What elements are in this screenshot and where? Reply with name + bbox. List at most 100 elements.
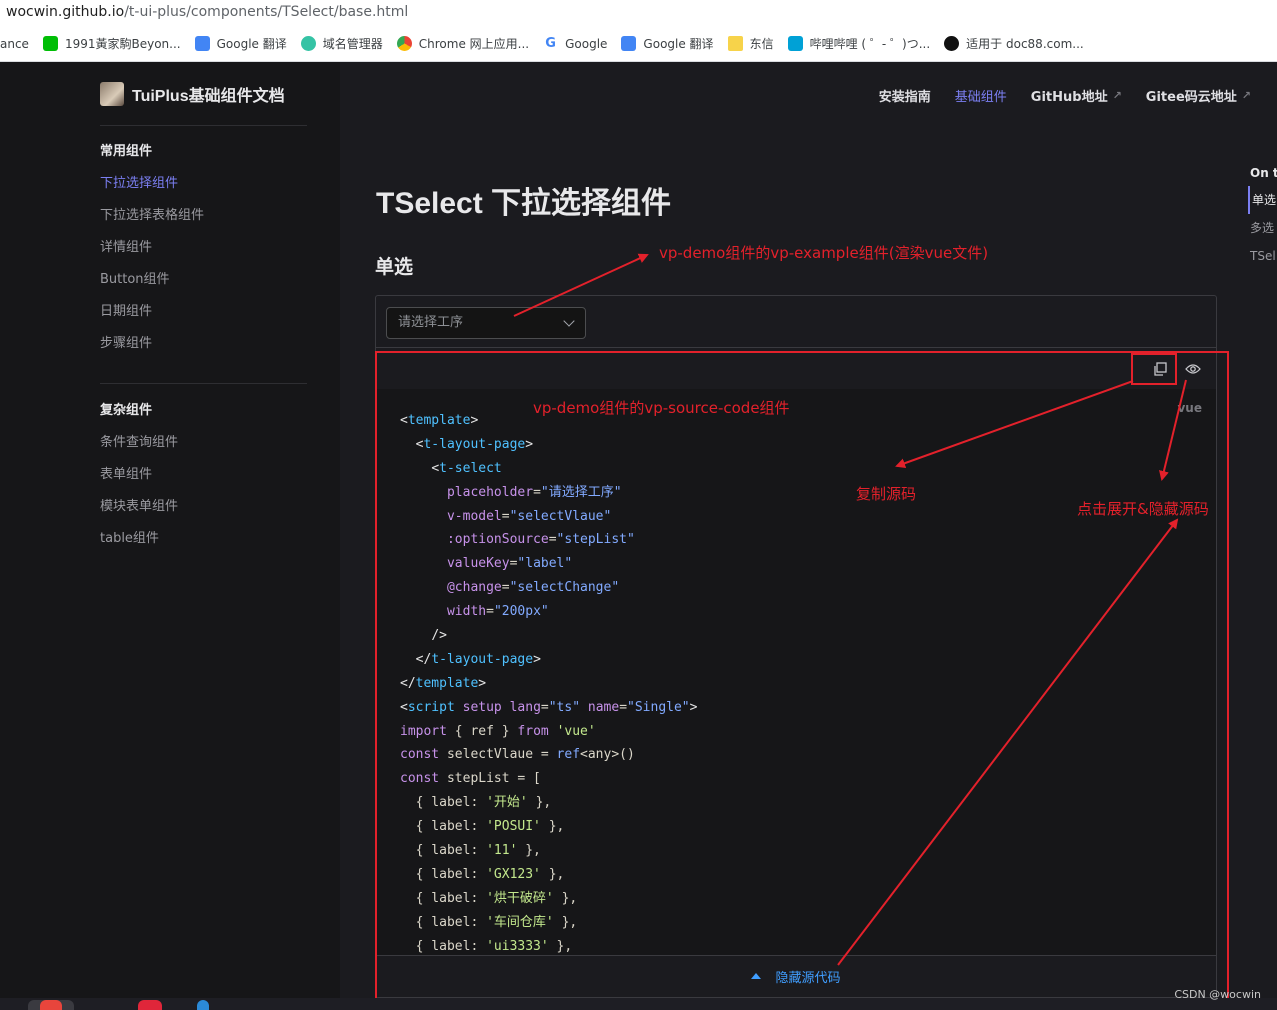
code-token: lang: [509, 699, 541, 715]
code-token: =: [619, 699, 628, 715]
select-placeholder: 请选择工序: [398, 315, 464, 330]
process-select[interactable]: 请选择工序: [386, 307, 586, 339]
sidebar-item-steps[interactable]: 步骤组件: [100, 328, 204, 360]
sidebar-item-button[interactable]: Button组件: [100, 264, 204, 296]
nav-label: 基础组件: [954, 90, 1007, 105]
outline-item[interactable]: 单选: [1248, 186, 1277, 214]
nav-install[interactable]: 安装指南: [879, 86, 931, 105]
code-token: },: [517, 843, 541, 859]
nav-github[interactable]: GitHub地址 ↗: [1031, 86, 1122, 105]
code-line: placeholder="请选择工序": [400, 481, 697, 505]
sidebar-item-form[interactable]: 表单组件: [100, 459, 178, 491]
outline-item[interactable]: TSel: [1248, 242, 1277, 270]
code-token: { label:: [400, 914, 487, 930]
code-token: },: [548, 938, 573, 954]
code-token: >: [689, 699, 698, 715]
avatar: [100, 82, 124, 106]
bookmark-item[interactable]: 域名管理器: [300, 35, 383, 52]
source-toolbar: [376, 352, 1216, 389]
bookmark-item[interactable]: 1991黃家駒Beyon...: [42, 35, 181, 52]
code-token: 'GX123': [486, 866, 541, 882]
bookmark-item[interactable]: ance: [0, 37, 29, 51]
url-path: /t-ui-plus/components/TSelect/base.html: [124, 4, 409, 20]
code-token: '11': [486, 843, 518, 859]
bookmark-item[interactable]: Chrome 网上应用...: [396, 35, 529, 52]
code-line: const selectVlaue = ref<any>(): [400, 743, 697, 767]
code-token: },: [553, 914, 578, 930]
code-token: { label:: [400, 890, 487, 906]
code-line: </template>: [400, 672, 697, 696]
bookmark-item[interactable]: 适用于 doc88.com...: [944, 35, 1084, 52]
code-token: },: [540, 866, 565, 882]
taskbar-app-icon[interactable]: [197, 1000, 209, 1010]
code-token: </: [415, 651, 432, 667]
code-token: stepList = [: [439, 771, 541, 787]
outline-item[interactable]: 多选: [1248, 214, 1277, 242]
folder-icon: [727, 36, 743, 51]
google-translate-icon: [621, 36, 637, 51]
code-line: { label: 'GX123' },: [400, 863, 697, 887]
code-line: </t-layout-page>: [400, 648, 697, 672]
code-token: =: [486, 604, 494, 620]
code-token: t-layout-page: [431, 651, 534, 667]
external-link-icon: ↗: [1241, 89, 1251, 102]
code-token: { label:: [400, 938, 487, 954]
code-token: >: [478, 675, 487, 691]
code-token: "Single": [627, 699, 690, 715]
sidebar-item-module-form[interactable]: 模块表单组件: [100, 491, 178, 523]
bookmark-item[interactable]: 东信: [727, 35, 774, 52]
page-title: TSelect 下拉选择组件: [376, 187, 672, 220]
code-line: />: [400, 624, 697, 648]
code-token: selectVlaue =: [439, 747, 557, 763]
taskbar-app-icon[interactable]: [138, 1000, 162, 1010]
sidebar-item-select[interactable]: 下拉选择组件: [100, 168, 204, 200]
sidebar-item-select-table[interactable]: 下拉选择表格组件: [100, 200, 204, 232]
bookmark-label: 哔哩哔哩 ( ゜- ゜)つ...: [809, 37, 931, 51]
code-line: { label: 'ui3333' },: [400, 935, 697, 955]
vp-source-code: vue <template> <t-layout-page> <t-select…: [376, 389, 1216, 955]
code-block: <template> <t-layout-page> <t-select pla…: [400, 409, 697, 955]
code-line: { label: '开始' },: [400, 791, 697, 815]
code-token: { label:: [400, 819, 487, 835]
bookmark-item[interactable]: G Google: [543, 36, 607, 51]
nav-components[interactable]: 基础组件: [955, 86, 1007, 105]
code-token: import: [400, 723, 447, 739]
bookmark-item[interactable]: 哔哩哔哩 ( ゜- ゜)つ...: [787, 35, 931, 52]
sidebar-group-complex: 复杂组件 条件查询组件 表单组件 模块表单组件 table组件: [100, 395, 178, 555]
copy-icon[interactable]: [1153, 362, 1167, 376]
code-token: <: [400, 413, 408, 428]
vp-example: 请选择工序: [376, 296, 1216, 348]
code-token: "selectChange": [509, 580, 620, 596]
sidebar-item-query[interactable]: 条件查询组件: [100, 427, 178, 459]
bookmark-item[interactable]: Google 翻译: [194, 35, 287, 52]
sidebar-item-detail[interactable]: 详情组件: [100, 232, 204, 264]
toggle-source-label: 隐藏源代码: [775, 971, 841, 986]
code-line: <t-select: [400, 457, 697, 481]
code-token: '车间仓库': [486, 914, 554, 930]
brand[interactable]: TuiPlus基础组件文档: [100, 82, 285, 106]
nav-gitee[interactable]: Gitee码云地址 ↗: [1146, 86, 1251, 105]
vp-demo: 请选择工序 vue <template> <t-layout-page> <t-…: [375, 295, 1217, 998]
nav-label: Gitee码云地址: [1145, 90, 1237, 105]
code-token: "ts": [548, 699, 581, 715]
toggle-source-button[interactable]: 隐藏源代码: [376, 955, 1216, 997]
address-bar[interactable]: wocwin.github.io/t-ui-plus/components/TS…: [0, 0, 1277, 26]
code-token: t-select: [439, 460, 502, 476]
taskbar-app-icon[interactable]: [40, 1000, 62, 1010]
code-line: <script setup lang="ts" name="Single">: [400, 696, 697, 720]
sidebar-item-table[interactable]: table组件: [100, 523, 178, 555]
code-token: name: [587, 699, 620, 715]
bookmark-item[interactable]: Google 翻译: [621, 35, 714, 52]
code-line: const stepList = [: [400, 767, 697, 791]
code-line: width="200px": [400, 600, 697, 624]
eye-icon[interactable]: [1185, 363, 1201, 375]
sidebar-item-date[interactable]: 日期组件: [100, 296, 204, 328]
